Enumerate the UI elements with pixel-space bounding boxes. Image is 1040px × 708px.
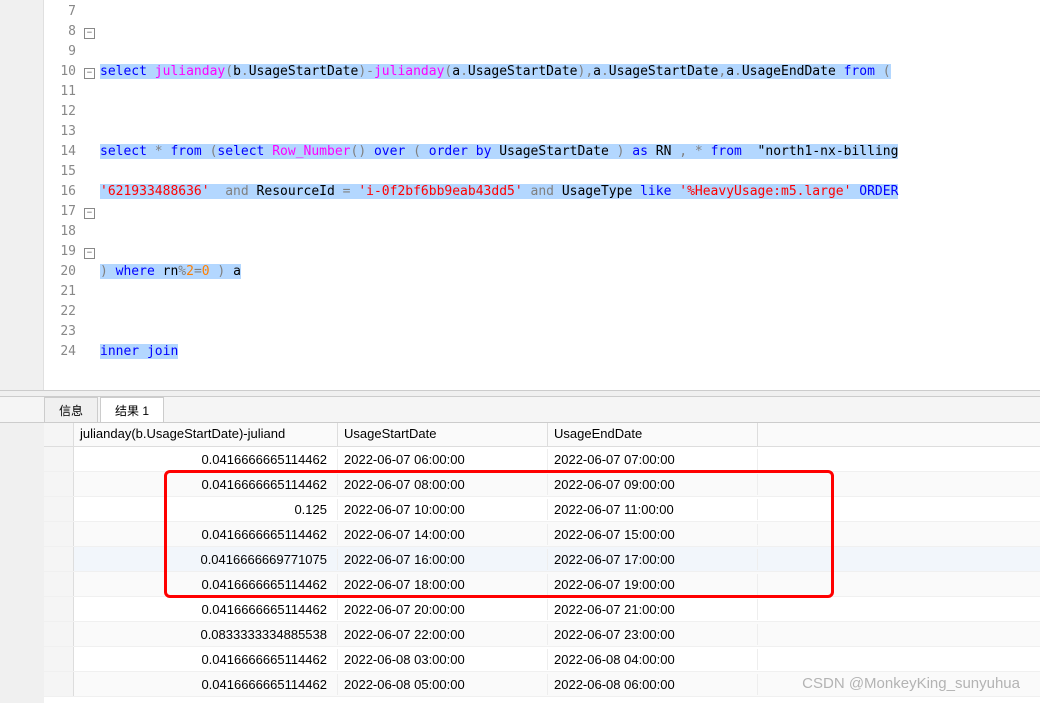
column-header[interactable]: UsageStartDate (338, 423, 548, 446)
table-row[interactable]: 0.04166666651144622022-06-07 20:00:00202… (44, 597, 1040, 622)
code-editor[interactable]: 789101112131415161718192021222324 − − − … (44, 0, 1040, 390)
table-row[interactable]: 0.08333333348855382022-06-07 22:00:00202… (44, 622, 1040, 647)
cell-julianday[interactable]: 0.125 (74, 499, 338, 520)
fold-toggle-icon[interactable]: − (84, 68, 95, 79)
row-handle[interactable] (44, 647, 74, 671)
row-handle[interactable] (44, 622, 74, 646)
tab-info[interactable]: 信息 (44, 397, 98, 422)
cell-end[interactable]: 2022-06-07 15:00:00 (548, 524, 758, 545)
table-row[interactable]: 0.04166666651144622022-06-07 18:00:00202… (44, 572, 1040, 597)
cell-start[interactable]: 2022-06-07 20:00:00 (338, 599, 548, 620)
tab-result-1[interactable]: 结果 1 (100, 397, 164, 422)
cell-end[interactable]: 2022-06-07 09:00:00 (548, 474, 758, 495)
results-left-gutter (0, 423, 44, 703)
row-handle[interactable] (44, 672, 74, 696)
cell-julianday[interactable]: 0.0416666665114462 (74, 674, 338, 695)
cell-start[interactable]: 2022-06-07 16:00:00 (338, 549, 548, 570)
cell-start[interactable]: 2022-06-07 08:00:00 (338, 474, 548, 495)
cell-start[interactable]: 2022-06-08 05:00:00 (338, 674, 548, 695)
fold-toggle-icon[interactable]: − (84, 28, 95, 39)
cell-julianday[interactable]: 0.0416666665114462 (74, 474, 338, 495)
cell-start[interactable]: 2022-06-08 03:00:00 (338, 649, 548, 670)
cell-end[interactable]: 2022-06-07 17:00:00 (548, 549, 758, 570)
cell-julianday[interactable]: 0.0416666665114462 (74, 599, 338, 620)
cell-end[interactable]: 2022-06-08 04:00:00 (548, 649, 758, 670)
cell-start[interactable]: 2022-06-07 22:00:00 (338, 624, 548, 645)
row-handle[interactable] (44, 447, 74, 471)
column-header[interactable]: UsageEndDate (548, 423, 758, 446)
cell-julianday[interactable]: 0.0416666669771075 (74, 549, 338, 570)
row-handle[interactable] (44, 497, 74, 521)
results-grid[interactable]: julianday(b.UsageStartDate)-juliand Usag… (44, 423, 1040, 703)
grid-header: julianday(b.UsageStartDate)-juliand Usag… (44, 423, 1040, 447)
cell-end[interactable]: 2022-06-07 07:00:00 (548, 449, 758, 470)
fold-gutter: − − − − (84, 0, 100, 390)
splitter[interactable] (0, 390, 1040, 397)
line-number-gutter: 789101112131415161718192021222324 (44, 0, 84, 390)
table-row[interactable]: 0.04166666651144622022-06-08 03:00:00202… (44, 647, 1040, 672)
row-handle[interactable] (44, 572, 74, 596)
cell-start[interactable]: 2022-06-07 14:00:00 (338, 524, 548, 545)
row-handle[interactable] (44, 522, 74, 546)
cell-end[interactable]: 2022-06-07 19:00:00 (548, 574, 758, 595)
fold-toggle-icon[interactable]: − (84, 208, 95, 219)
column-header[interactable]: julianday(b.UsageStartDate)-juliand (74, 423, 338, 446)
table-row[interactable]: 0.04166666651144622022-06-07 14:00:00202… (44, 522, 1040, 547)
cell-end[interactable]: 2022-06-07 23:00:00 (548, 624, 758, 645)
cell-julianday[interactable]: 0.0416666665114462 (74, 449, 338, 470)
table-row[interactable]: 0.04166666651144622022-06-08 05:00:00202… (44, 672, 1040, 697)
result-tabs: 信息 结果 1 (0, 397, 1040, 423)
code-text[interactable]: select julianday(b.UsageStartDate)-julia… (100, 0, 1040, 390)
fold-toggle-icon[interactable]: − (84, 248, 95, 259)
cell-julianday[interactable]: 0.0833333334885538 (74, 624, 338, 645)
cell-julianday[interactable]: 0.0416666665114462 (74, 574, 338, 595)
cell-end[interactable]: 2022-06-07 21:00:00 (548, 599, 758, 620)
table-row[interactable]: 0.04166666651144622022-06-07 06:00:00202… (44, 447, 1040, 472)
row-handle[interactable] (44, 597, 74, 621)
row-handle[interactable] (44, 472, 74, 496)
table-row[interactable]: 0.04166666697710752022-06-07 16:00:00202… (44, 547, 1040, 572)
cell-start[interactable]: 2022-06-07 18:00:00 (338, 574, 548, 595)
table-row[interactable]: 0.04166666651144622022-06-07 08:00:00202… (44, 472, 1040, 497)
cell-end[interactable]: 2022-06-07 11:00:00 (548, 499, 758, 520)
cell-start[interactable]: 2022-06-07 10:00:00 (338, 499, 548, 520)
table-row[interactable]: 0.1252022-06-07 10:00:002022-06-07 11:00… (44, 497, 1040, 522)
cell-julianday[interactable]: 0.0416666665114462 (74, 524, 338, 545)
cell-end[interactable]: 2022-06-08 06:00:00 (548, 674, 758, 695)
editor-left-gutter (0, 0, 44, 390)
row-handle[interactable] (44, 547, 74, 571)
cell-start[interactable]: 2022-06-07 06:00:00 (338, 449, 548, 470)
cell-julianday[interactable]: 0.0416666665114462 (74, 649, 338, 670)
